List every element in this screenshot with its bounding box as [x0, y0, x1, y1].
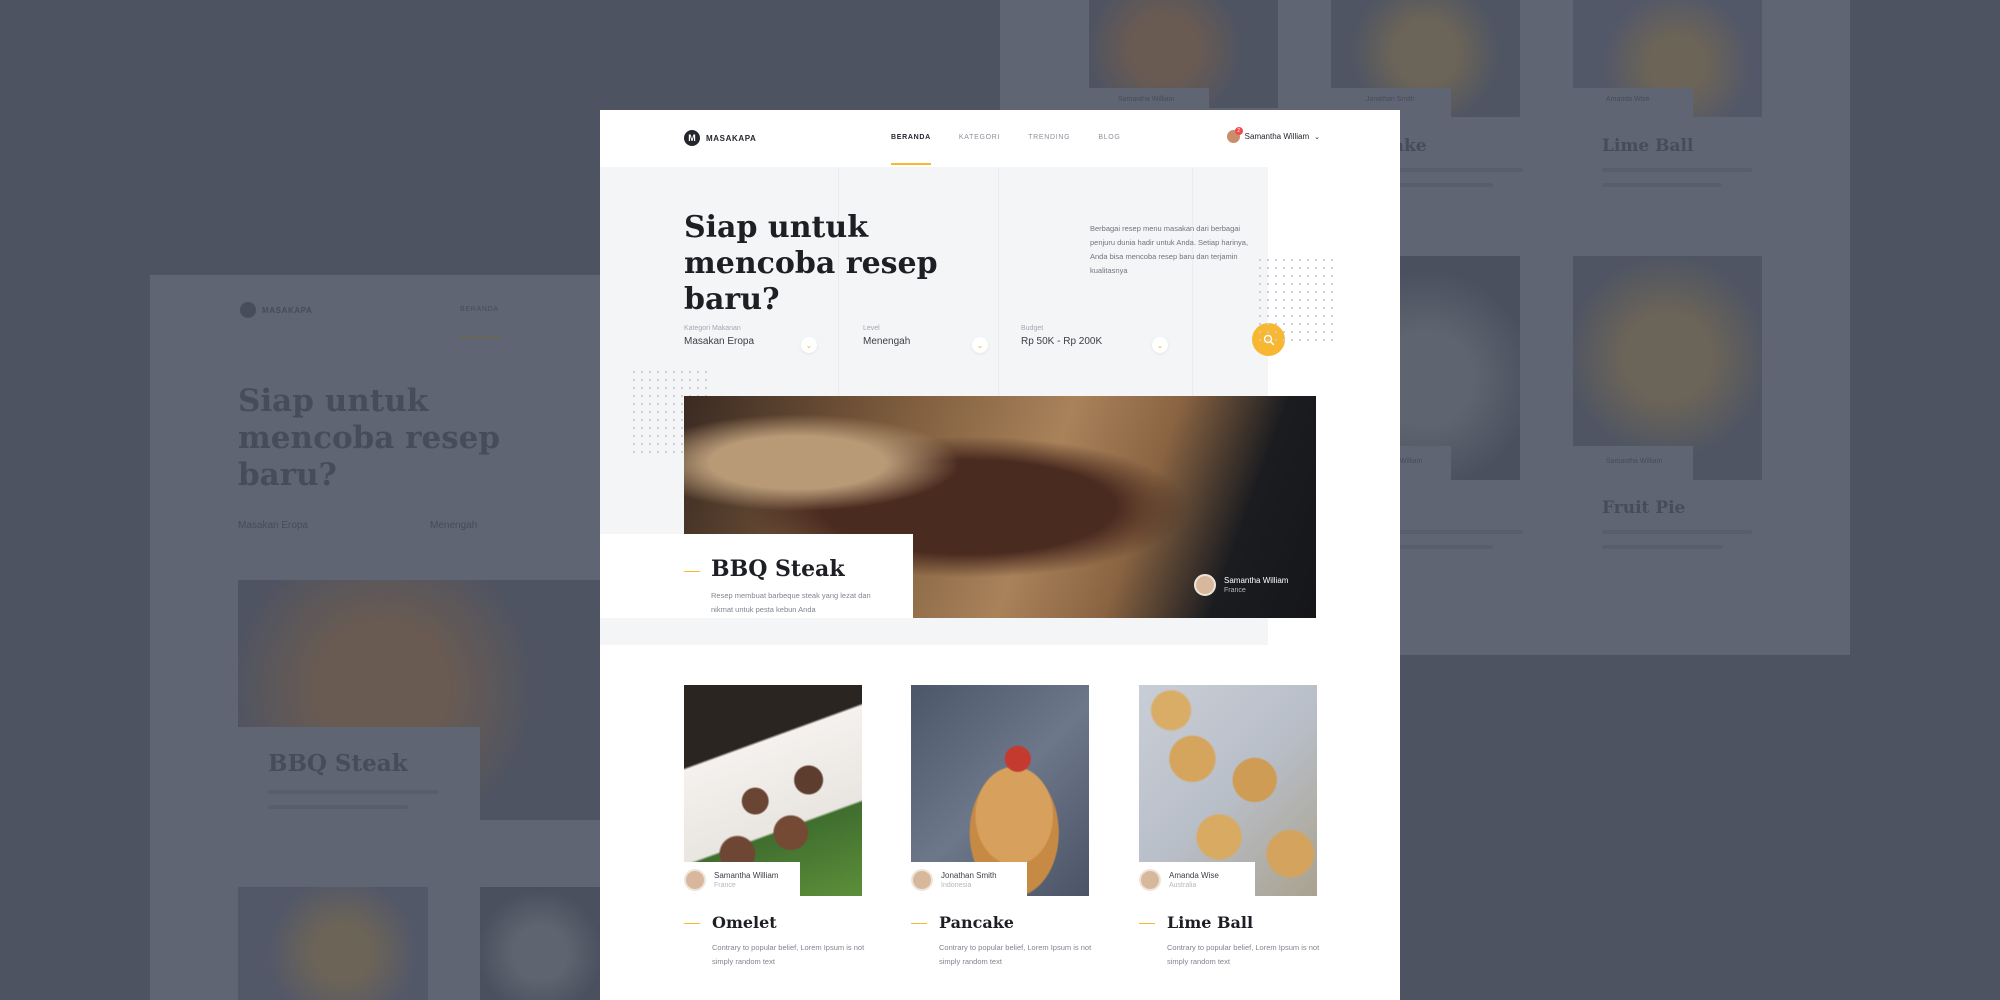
bg-nav-beranda: BERANDA — [460, 306, 499, 313]
user-avatar[interactable]: 2 — [1226, 127, 1243, 143]
nav-kategori[interactable]: KATEGORI — [959, 134, 1000, 165]
featured-author-location: France — [1224, 587, 1246, 594]
recipe-author-location: France — [714, 882, 736, 889]
recipe-title[interactable]: Pancake — [939, 913, 1014, 932]
bg-card-author-2: Jonathan Smith — [1366, 96, 1415, 103]
recipe-image[interactable]: Jonathan Smith Indonesia — [911, 685, 1089, 896]
recipe-author-name: Samantha William — [714, 871, 779, 880]
bg-line-6 — [1393, 545, 1493, 549]
recipe-author: Jonathan Smith Indonesia — [911, 862, 1027, 896]
filter-budget-label: Budget — [1021, 325, 1044, 332]
bg-line-3 — [1602, 168, 1752, 172]
avatar — [1139, 869, 1161, 891]
recipe-card[interactable]: Amanda Wise Australia Lime Ball Contrary… — [1139, 685, 1319, 966]
bg-feature-title: BBQ Steak — [268, 750, 408, 777]
hero-description: Berbagai resep menu masakan dari berbaga… — [1090, 224, 1249, 275]
featured-title[interactable]: BBQ Steak — [711, 556, 845, 582]
bg-card-author-5: Samantha William — [1606, 458, 1663, 465]
bg-recipe-image-2 — [480, 887, 600, 1000]
avatar — [911, 869, 933, 891]
logo-icon: M — [684, 130, 700, 146]
nav-blog[interactable]: BLOG — [1098, 134, 1120, 165]
recipe-title[interactable]: Omelet — [712, 913, 777, 932]
chevron-down-icon: ⌄ — [1314, 133, 1320, 141]
accent-dash — [1139, 923, 1155, 924]
bg-recipe-image-1 — [238, 887, 428, 1000]
bg-line-4 — [1602, 183, 1722, 187]
chevron-down-icon[interactable]: ⌄ — [801, 337, 817, 353]
hero-title: Siap untuk mencoba resep baru? — [684, 210, 938, 317]
filter-budget[interactable]: Budget Rp 50K - Rp 200K ⌄ — [1021, 325, 1168, 355]
featured-description: Resep membuat barbeque steak yang lezat … — [711, 591, 871, 614]
main-page: M MASAKAPA BERANDA KATEGORI TRENDING BLO… — [600, 110, 1400, 1000]
recipe-author-name: Amanda Wise — [1169, 871, 1219, 880]
accent-dash — [684, 571, 700, 572]
recipe-card[interactable]: Samantha William France Omelet Contrary … — [684, 685, 864, 966]
featured-author: Samantha William France — [1194, 574, 1288, 596]
nav-beranda[interactable]: BERANDA — [891, 134, 931, 165]
bg-nav-underline — [460, 336, 500, 338]
recipe-author-name: Jonathan Smith — [941, 871, 997, 880]
bg-card-title-5: Fruit Pie — [1602, 498, 1686, 518]
recipe-image[interactable]: Amanda Wise Australia — [1139, 685, 1317, 896]
recipe-description: Contrary to popular belief, Lorem Ipsum … — [712, 943, 865, 966]
recipe-description: Contrary to popular belief, Lorem Ipsum … — [1167, 943, 1320, 966]
bg-feature-line-2 — [268, 805, 408, 809]
avatar — [1194, 574, 1216, 596]
featured-author-name: Samantha William — [1224, 576, 1289, 585]
filter-level-label: Level — [863, 325, 880, 332]
bg-filter-1: Masakan Eropa — [238, 520, 309, 531]
recipe-author-location: Indonesia — [941, 882, 972, 889]
recipe-card[interactable]: Jonathan Smith Indonesia Pancake Contrar… — [911, 685, 1091, 966]
bg-line-2 — [1393, 183, 1493, 187]
bg-card-author-3: Amanda Wise — [1606, 96, 1650, 103]
brand-name: MASAKAPA — [706, 133, 757, 143]
user-name: Samantha William — [1244, 132, 1310, 141]
filter-level[interactable]: Level Menengah ⌄ — [863, 325, 988, 355]
bg-logo: MASAKAPA — [240, 302, 312, 318]
recipe-author-location: Australia — [1169, 882, 1197, 889]
bg-card-tag-3 — [1573, 88, 1693, 118]
top-navbar: M MASAKAPA BERANDA KATEGORI TRENDING BLO… — [684, 127, 1320, 167]
recipe-title[interactable]: Lime Ball — [1167, 913, 1253, 932]
bg-feature-line-1 — [268, 790, 438, 794]
background-mockup-left: MASAKAPA BERANDA Siap untuk mencoba rese… — [150, 275, 600, 1000]
bg-card-title-3: Lime Ball — [1602, 136, 1694, 156]
filter-level-value: Menengah — [863, 336, 911, 347]
chevron-down-icon[interactable]: ⌄ — [972, 337, 988, 353]
avatar — [684, 869, 706, 891]
bg-hero-title: Siap untuk mencoba resep baru? — [238, 383, 501, 493]
bg-line-7 — [1602, 530, 1752, 534]
notification-badge: 2 — [1234, 127, 1243, 135]
bg-line-1 — [1393, 168, 1523, 172]
recipe-author: Samantha William France — [684, 862, 800, 896]
bg-filter-2: Menengah — [430, 520, 478, 531]
bg-card-author-1: Samantha William — [1118, 96, 1175, 103]
recipe-description: Contrary to popular belief, Lorem Ipsum … — [939, 943, 1092, 966]
bg-line-8 — [1602, 545, 1722, 549]
nav-links: BERANDA KATEGORI TRENDING BLOG — [891, 134, 1149, 165]
chevron-down-icon[interactable]: ⌄ — [1152, 337, 1168, 353]
recipe-author: Amanda Wise Australia — [1139, 862, 1255, 896]
brand-logo[interactable]: M MASAKAPA — [684, 130, 756, 146]
accent-dash — [911, 923, 927, 924]
nav-trending[interactable]: TRENDING — [1028, 134, 1070, 165]
bg-line-5 — [1393, 530, 1523, 534]
dot-pattern — [1256, 256, 1336, 346]
filter-budget-value: Rp 50K - Rp 200K — [1021, 336, 1103, 347]
filter-category-label: Kategori Makanan — [684, 325, 741, 332]
recipe-image[interactable]: Samantha William France — [684, 685, 862, 896]
filter-category[interactable]: Kategori Makanan Masakan Eropa ⌄ — [684, 325, 817, 355]
accent-dash — [684, 923, 700, 924]
filter-category-value: Masakan Eropa — [684, 336, 755, 347]
user-menu[interactable]: 2 Samantha William ⌄ — [1226, 127, 1320, 143]
